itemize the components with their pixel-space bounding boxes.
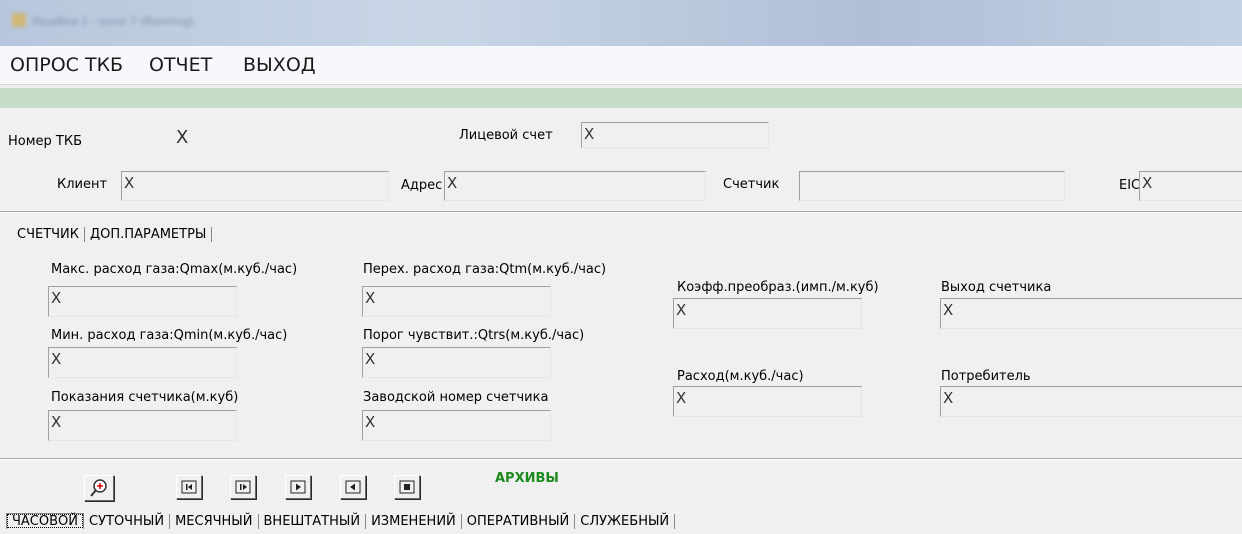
tab-monthly[interactable]: МЕСЯЧНЫЙ [170,514,259,529]
eic-field[interactable]: X [1139,171,1242,201]
next-record-button[interactable] [230,475,256,499]
archive-tabs: ЧАСОВОЙ СУТОЧНЫЙ МЕСЯЧНЫЙ ВНЕШТАТНЫЙ ИЗМЕНЕН… [6,513,676,529]
qmin-field[interactable]: X [48,347,237,378]
consumer-label: Потребитель [941,369,1031,384]
conversion-coef-field[interactable]: X [673,298,862,329]
qmax-field[interactable]: X [48,286,237,317]
qtm-field[interactable]: X [362,286,551,317]
account-field[interactable]: X [581,122,769,148]
tab-operative[interactable]: ОПЕРАТИВНЫЙ [462,514,576,529]
menu-item-survey[interactable]: ОПРОС ТКБ [10,54,123,76]
tab-daily[interactable]: СУТОЧНЫЙ [84,514,171,529]
client-field[interactable]: X [121,171,389,201]
zoom-in-icon [90,479,107,497]
address-label: Адрес [401,178,443,193]
divider [0,211,1242,213]
address-field[interactable]: X [444,171,706,201]
serial-number-field[interactable]: X [362,410,551,441]
flow-rate-field[interactable]: X [673,386,862,417]
zoom-button[interactable] [84,475,114,501]
eic-label: EIC [1119,178,1141,193]
meter-output-label: Выход счетчика [941,280,1052,295]
conversion-coef-label: Коэфф.преобраз.(имп./м.куб) [677,280,879,295]
tkb-number-field[interactable]: X [174,124,192,154]
next-record-icon [235,480,251,494]
back-icon [345,480,361,494]
flow-rate-label: Расход(м.куб./час) [677,369,804,384]
tkb-number-label: Номер ТКБ [8,134,83,149]
meter-reading-field[interactable]: X [48,410,237,441]
first-record-icon [181,480,197,494]
qtrs-label: Порог чувствит.:Qtrs(м.куб./час) [363,328,585,343]
play-button[interactable] [285,475,311,499]
meter-field[interactable] [799,171,1065,201]
back-button[interactable] [340,475,366,499]
qmin-label: Мин. расход газа:Qmin(м.куб./час) [51,328,288,343]
window-titlebar[interactable]: Ошибка 1 · окно 7 (Running) [0,0,1242,46]
tab-emergency[interactable]: ВНЕШТАТНЫЙ [259,514,367,529]
status-strip [0,88,1242,108]
serial-number-label: Заводской номер счетчика [363,390,549,405]
meter-reading-label: Показания счетчика(м.куб) [51,390,239,405]
app-icon [12,13,26,27]
client-label: Клиент [57,177,108,192]
window-title: Ошибка 1 · окно 7 (Running) [12,12,194,32]
meter-label: Счетчик [723,177,780,192]
play-icon [290,480,306,494]
menu-item-report[interactable]: ОТЧЕТ [149,54,212,76]
tab-meter[interactable]: СЧЕТЧИК [12,227,86,242]
meter-tabs: СЧЕТЧИК ДОП.ПАРАМЕТРЫ [12,227,213,242]
menu-item-exit[interactable]: ВЫХОД [243,54,316,76]
first-record-button[interactable] [176,475,202,499]
tab-hourly[interactable]: ЧАСОВОЙ [6,513,84,529]
archive-title: АРХИВЫ [495,471,559,486]
consumer-field[interactable]: X [940,386,1242,417]
qtrs-field[interactable]: X [362,347,551,378]
tab-changes[interactable]: ИЗМЕНЕНИЙ [366,514,462,529]
stop-icon [399,480,415,494]
meter-output-field[interactable]: X [940,298,1242,329]
qtm-label: Перех. расход газа:Qtm(м.куб./час) [363,262,607,277]
qmax-label: Макс. расход газа:Qmax(м.куб./час) [51,262,298,277]
menu-bar: ОПРОС ТКБ ОТЧЕТ ВЫХОД [0,46,1242,85]
tab-extra-params[interactable]: ДОП.ПАРАМЕТРЫ [85,227,213,242]
divider [0,458,1242,460]
tab-service[interactable]: СЛУЖЕБНЫЙ [575,514,676,529]
stop-button[interactable] [394,475,420,499]
account-label: Лицевой счет [459,128,553,143]
